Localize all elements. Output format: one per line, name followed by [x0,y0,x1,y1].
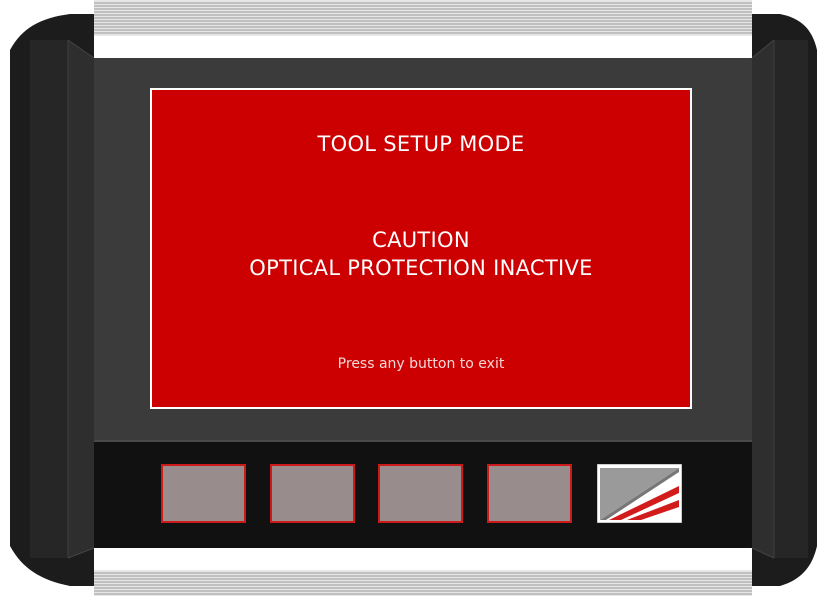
softkey-3[interactable] [378,464,463,523]
display-screen: TOOL SETUP MODE CAUTION OPTICAL PROTECTI… [150,88,692,409]
exit-hint: Press any button to exit [337,356,505,372]
mode-title: TOOL SETUP MODE [317,132,525,156]
left-bumper [10,14,95,586]
caution-message: CAUTION OPTICAL PROTECTION INACTIVE [152,226,690,282]
right-bumper [751,14,817,586]
top-rail [94,0,752,58]
bottom-rail [94,548,752,596]
softkey-1[interactable] [161,464,246,523]
logo-button[interactable] [596,463,683,524]
softkey-2[interactable] [270,464,355,523]
caution-heading: CAUTION [372,228,470,252]
softkey-4[interactable] [487,464,572,523]
control-panel-device: TOOL SETUP MODE CAUTION OPTICAL PROTECTI… [0,0,819,596]
brand-stripes-logo-icon [596,463,683,524]
caution-detail: OPTICAL PROTECTION INACTIVE [249,256,593,280]
